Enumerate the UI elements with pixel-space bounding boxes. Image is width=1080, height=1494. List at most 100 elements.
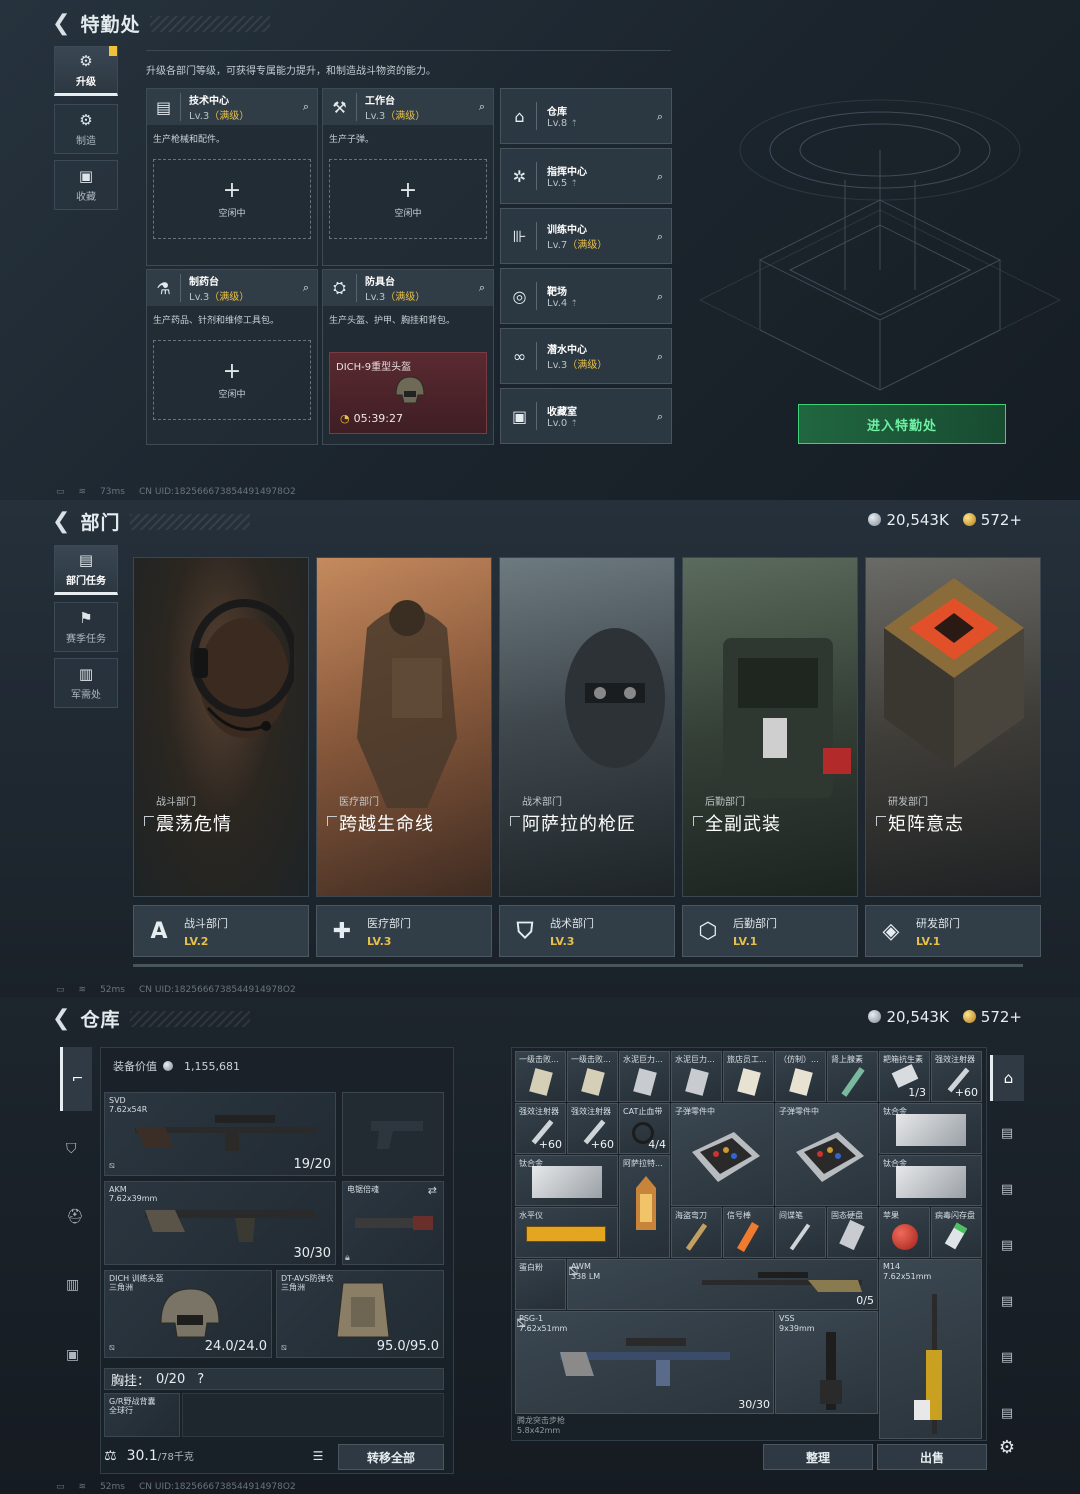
sort-button[interactable]: 整理 <box>763 1444 873 1470</box>
back-arrow-icon[interactable]: ❮ <box>52 11 70 36</box>
inventory-item[interactable]: CAT止血带 4/4 <box>619 1103 670 1154</box>
dept-card-tactical[interactable]: ⛉ 战术部门 LV.3 <box>499 905 675 957</box>
backpack-grid[interactable] <box>182 1393 444 1437</box>
melee-slot[interactable]: 电锯倍魂 ⇄ 🔒︎ <box>342 1181 444 1265</box>
search-icon[interactable]: ⌕ <box>657 230 663 244</box>
tab-craft[interactable]: ⚙ 制造 <box>54 104 118 154</box>
inventory-item[interactable]: 蛋白粉 <box>515 1259 566 1310</box>
rail-weapons-icon[interactable]: ⌐ <box>60 1047 92 1111</box>
craft-slot-active[interactable]: DICH-9重型头盔 ◔ 05:39:27 <box>329 352 487 434</box>
rail-armor-icon[interactable]: ⛉ <box>66 1141 77 1157</box>
search-icon[interactable]: ⌕ <box>657 290 663 304</box>
dept-card-research[interactable]: ◈ 研发部门 LV.1 <box>865 905 1041 957</box>
help-icon[interactable]: ? <box>197 1372 204 1387</box>
inventory-item[interactable]: （仿制）... <box>775 1051 826 1102</box>
stash-page-icon[interactable]: ▤ <box>994 1288 1020 1314</box>
transfer-all-button[interactable]: 转移全部 <box>338 1444 444 1470</box>
inventory-item[interactable]: 耙箱抗生素 1/3 <box>879 1051 930 1102</box>
inventory-weapon-vss[interactable]: VSS 9x39mm <box>775 1311 878 1414</box>
stash-page-icon[interactable]: ▤ <box>994 1120 1020 1146</box>
workbench-tech-center[interactable]: ▤ 技术中心 Lv.3（满级） ⌕ 生产枪械和配件。 + 空闲中 <box>146 88 318 266</box>
tab-collection[interactable]: ▣ 收藏 <box>54 160 118 210</box>
inventory-item[interactable]: 信号棒 <box>723 1207 774 1258</box>
search-icon[interactable]: ⌕ <box>657 350 663 364</box>
inventory-item[interactable]: 子弹零件中 <box>775 1103 878 1206</box>
secondary-weapon-slot[interactable]: AKM 7.62x39mm 30/30 <box>104 1181 336 1265</box>
dept-training[interactable]: ⊪ 训练中心 Lv.7（满级） ⌕ <box>500 208 672 264</box>
enter-special-ops-button[interactable]: 进入特勤处 <box>798 404 1006 444</box>
inventory-item[interactable]: 苹果 <box>879 1207 930 1258</box>
inventory-item[interactable]: 子弹零件中 <box>671 1103 774 1206</box>
inventory-item[interactable]: 强效注射器 +60 <box>515 1103 566 1154</box>
inventory-item[interactable]: 一级击败... <box>567 1051 618 1102</box>
search-icon[interactable]: ⌕ <box>657 170 663 184</box>
inventory-item[interactable]: 病毒闪存盘 <box>931 1207 982 1258</box>
poster-logistics[interactable]: 后勤部门 全副武装 <box>682 557 858 897</box>
craft-slot-empty[interactable]: + 空闲中 <box>329 159 487 239</box>
craft-slot-empty[interactable]: + 空闲中 <box>153 340 311 420</box>
dept-command[interactable]: ✲ 指挥中心 Lv.5 ⇡ ⌕ <box>500 148 672 204</box>
sidearm-slot[interactable] <box>342 1092 444 1176</box>
poster-tactical[interactable]: 战术部门 阿萨拉的枪匠 <box>499 557 675 897</box>
inventory-item[interactable]: 水泥巨力... <box>619 1051 670 1102</box>
rail-bag-icon[interactable]: ▣ <box>66 1347 79 1363</box>
workbench-armor[interactable]: ⛭ 防具台 Lv.3（满级） ⌕ 生产头盔、护甲、胸挂和背包。 DICH-9重型… <box>322 269 494 445</box>
workbench-work-bench[interactable]: ⚒ 工作台 Lv.3（满级） ⌕ 生产子弹。 + 空闲中 <box>322 88 494 266</box>
search-icon[interactable]: ⌕ <box>657 410 663 424</box>
inventory-weapon-m14[interactable]: M14 7.62x51mm <box>879 1259 982 1439</box>
poster-research[interactable]: 研发部门 矩阵意志 <box>865 557 1041 897</box>
tab-dept-tasks[interactable]: ▤ 部门任务 <box>54 545 118 595</box>
dept-warehouse[interactable]: ⌂ 仓库 Lv.8 ⇡ ⌕ <box>500 88 672 144</box>
inventory-item[interactable]: 一级击败... <box>515 1051 566 1102</box>
inventory-item[interactable]: 钛合金 <box>879 1103 982 1154</box>
stash-tab-icon[interactable]: ⌂ <box>990 1055 1024 1101</box>
list-icon[interactable]: ☰ <box>308 1446 328 1466</box>
sell-button[interactable]: 出售 <box>877 1444 987 1470</box>
inventory-item[interactable]: 钛合金 <box>879 1155 982 1206</box>
search-icon[interactable]: ⌕ <box>303 100 309 114</box>
inventory-item[interactable]: 固态硬盘 <box>827 1207 878 1258</box>
poster-combat[interactable]: 战斗部门 震荡危情 <box>133 557 309 897</box>
backpack-slot[interactable]: G/R野战背囊 全球行 <box>104 1393 180 1437</box>
search-icon[interactable]: ⌕ <box>303 281 309 295</box>
dept-range[interactable]: ◎ 靶场 Lv.4 ⇡ ⌕ <box>500 268 672 324</box>
inventory-weapon-rifle[interactable]: 腾龙突击步枪 5.8x42mm <box>515 1414 774 1438</box>
workbench-pharmacy[interactable]: ⚗ 制药台 Lv.3（满级） ⌕ 生产药品、针剂和维修工具包。 + 空闲中 <box>146 269 318 445</box>
inventory-item[interactable]: 肾上腺素 <box>827 1051 878 1102</box>
inventory-item[interactable]: 旅店员工... <box>723 1051 774 1102</box>
inventory-item[interactable]: 海盗弯刀 <box>671 1207 722 1258</box>
inventory-weapon-awm[interactable]: AWM 338 LM ⧅ 0/5 <box>567 1259 878 1310</box>
inventory-item[interactable]: 间谍笔 <box>775 1207 826 1258</box>
back-arrow-icon[interactable]: ❮ <box>52 1006 70 1031</box>
dept-vault[interactable]: ▣ 收藏室 Lv.0 ⇡ ⌕ <box>500 388 672 444</box>
inventory-item[interactable]: 水平仪 <box>515 1207 618 1258</box>
tab-quartermaster[interactable]: ▥ 军需处 <box>54 658 118 708</box>
search-icon[interactable]: ⌕ <box>479 100 485 114</box>
back-arrow-icon[interactable]: ❮ <box>52 509 70 534</box>
search-icon[interactable]: ⌕ <box>479 281 485 295</box>
swap-icon[interactable]: ⇄ <box>428 1184 437 1197</box>
dept-card-medical[interactable]: ✚ 医疗部门 LV.3 <box>316 905 492 957</box>
dept-card-logistics[interactable]: ⬡ 后勤部门 LV.1 <box>682 905 858 957</box>
dept-diving[interactable]: ∞ 潜水中心 Lv.3（满级） ⌕ <box>500 328 672 384</box>
helmet-slot[interactable]: DICH 训练头盔 三角洲 ⧅ 24.0/24.0 <box>104 1270 272 1358</box>
search-icon[interactable]: ⌕ <box>657 110 663 124</box>
stash-page-icon[interactable]: ▤ <box>994 1400 1020 1426</box>
stash-page-icon[interactable]: ▤ <box>994 1176 1020 1202</box>
primary-weapon-slot[interactable]: SVD 7.62x54R ⧅ 19/20 <box>104 1092 336 1176</box>
tab-season-tasks[interactable]: ⚑ 赛季任务 <box>54 602 118 652</box>
horizontal-scrollbar[interactable] <box>133 964 1023 967</box>
body-armor-slot[interactable]: DT-AVS防弹衣 三角洲 ⧅ 95.0/95.0 <box>276 1270 444 1358</box>
inventory-item[interactable]: 阿萨拉特... <box>619 1155 670 1258</box>
dept-card-combat[interactable]: A 战斗部门 LV.2 <box>133 905 309 957</box>
stash-page-icon[interactable]: ▤ <box>994 1232 1020 1258</box>
chest-rig-bar[interactable]: 胸挂： 0/20 ? <box>104 1368 444 1390</box>
rail-rig-icon[interactable]: ▥ <box>66 1277 79 1293</box>
inventory-weapon-psg1[interactable]: PSG-1 7.62x51mm ⧅ 30/30 <box>515 1311 774 1414</box>
inventory-item[interactable]: 钛合金 <box>515 1155 618 1206</box>
settings-gear-icon[interactable]: ⚙ <box>994 1434 1020 1460</box>
inventory-item[interactable]: 水泥巨力... <box>671 1051 722 1102</box>
inventory-item[interactable]: 强效注射器 +60 <box>931 1051 982 1102</box>
inventory-item[interactable]: 强效注射器 +60 <box>567 1103 618 1154</box>
poster-medical[interactable]: 医疗部门 跨越生命线 <box>316 557 492 897</box>
